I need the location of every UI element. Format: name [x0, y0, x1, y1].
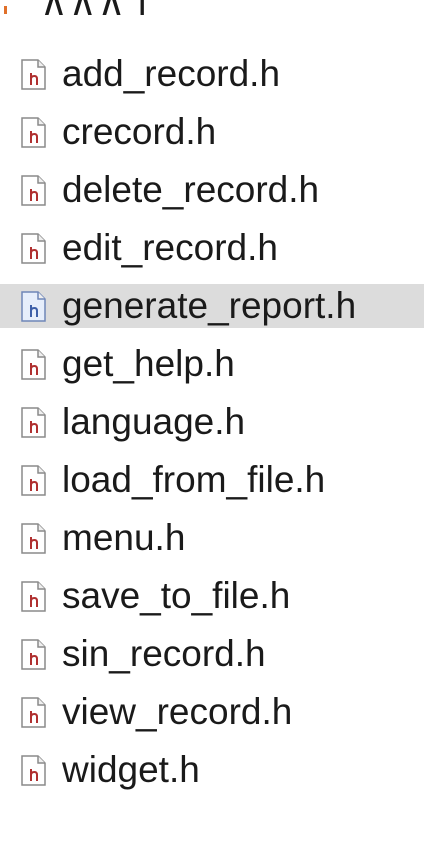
header-file-icon — [20, 290, 47, 322]
tree-item[interactable]: add_record.h — [0, 50, 441, 98]
tree-item[interactable]: sin_record.h — [0, 630, 441, 678]
tree-item-label: delete_record.h — [62, 169, 320, 210]
tree-item-label: load_from_file.h — [62, 459, 326, 500]
tree-item-label: widget.h — [62, 749, 200, 790]
tree-item[interactable]: widget.h — [0, 746, 441, 794]
header-file-icon — [20, 174, 47, 206]
tree-item-label: menu.h — [62, 517, 186, 558]
header-file-icon — [20, 232, 47, 264]
tree-item-label: generate_report.h — [62, 285, 357, 326]
header-file-icon — [20, 696, 47, 728]
tree-item[interactable]: view_record.h — [0, 688, 441, 736]
tree-item[interactable]: save_to_file.h — [0, 572, 441, 620]
header-file-icon — [20, 522, 47, 554]
tree-item[interactable]: edit_record.h — [0, 224, 441, 272]
tree-item-label: language.h — [62, 401, 246, 442]
tree-item[interactable]: generate_report.h — [0, 282, 441, 330]
scroll-marker — [4, 6, 7, 14]
tree-item-label: view_record.h — [62, 691, 293, 732]
project-file-tree: ∧∧∧ i add_record.h crecord.h delete_record… — [0, 0, 441, 845]
header-file-icon — [20, 580, 47, 612]
tree-item-label: get_help.h — [62, 343, 235, 384]
tree-item-label: sin_record.h — [62, 633, 266, 674]
header-file-icon — [20, 58, 47, 90]
tree-item[interactable]: delete_record.h — [0, 166, 441, 214]
partial-tree-item[interactable]: ∧∧∧ i — [0, 0, 441, 18]
header-file-icon — [20, 464, 47, 496]
partial-item-label: ∧∧∧ i — [40, 0, 147, 18]
tree-item-label: save_to_file.h — [62, 575, 291, 616]
tree-item[interactable]: get_help.h — [0, 340, 441, 388]
tree-item[interactable]: menu.h — [0, 514, 441, 562]
header-file-icon — [20, 638, 47, 670]
header-file-icon — [20, 348, 47, 380]
tree-item[interactable]: language.h — [0, 398, 441, 446]
tree-item-label: add_record.h — [62, 53, 281, 94]
tree-item[interactable]: crecord.h — [0, 108, 441, 156]
header-file-icon — [20, 754, 47, 786]
tree-item[interactable]: load_from_file.h — [0, 456, 441, 504]
header-file-icon — [20, 406, 47, 438]
tree-item-label: crecord.h — [62, 111, 217, 152]
tree-item-label: edit_record.h — [62, 227, 278, 268]
header-file-icon — [20, 116, 47, 148]
